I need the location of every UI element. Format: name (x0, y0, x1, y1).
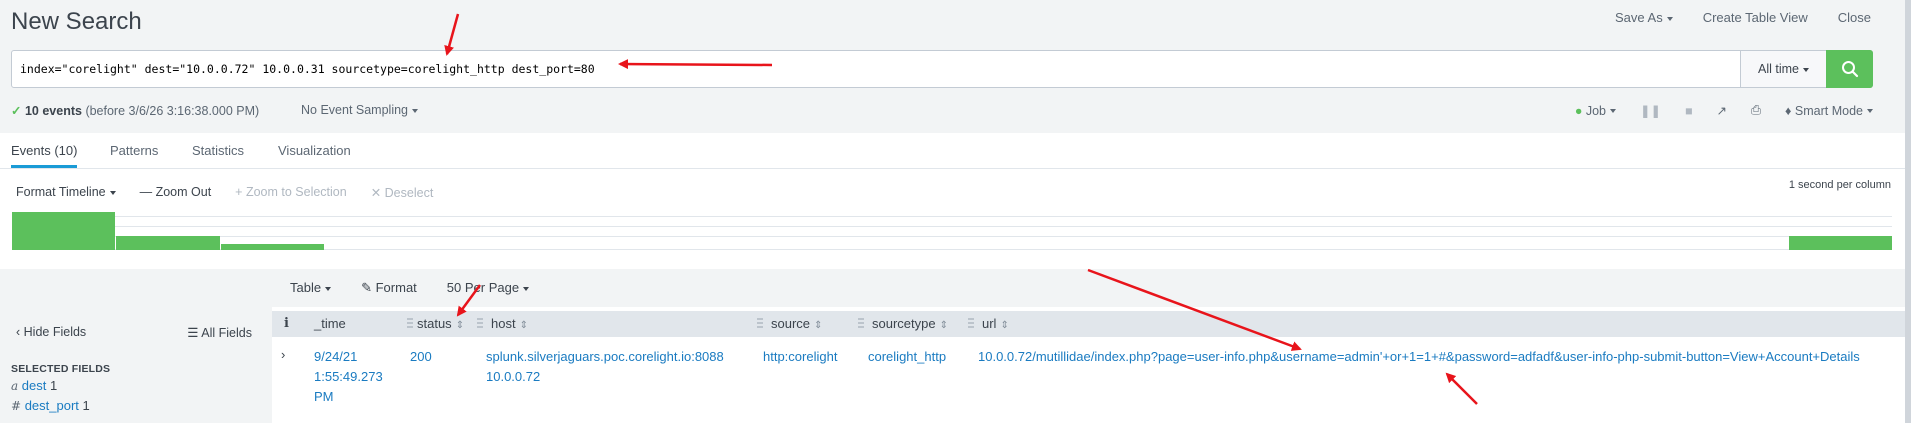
cell-sourcetype[interactable]: corelight_http (868, 347, 946, 367)
field-type-icon: a (11, 379, 19, 393)
event-count-status: ✓ 10 events (before 3/6/26 3:16:38.000 P… (11, 104, 260, 118)
caret-down-icon (325, 286, 332, 291)
caret-down-icon (1802, 67, 1809, 72)
table-header: i _time status ⇕ host ⇕ source ⇕ sourcetype… (272, 311, 1911, 337)
column-header-time[interactable]: _time (314, 311, 346, 337)
job-controls: ● Job ❚❚ ■ ↗ ⎙ ♦ Smart Mode (1575, 103, 1873, 118)
results-toolbar: Table ✎ Format 50 Per Page (290, 280, 530, 296)
sort-icon: ⇕ (814, 320, 823, 331)
column-resize-handle[interactable] (407, 318, 413, 330)
timeline-bar[interactable] (221, 244, 324, 250)
column-header-url[interactable]: url ⇕ (982, 311, 1009, 337)
format-button[interactable]: ✎ Format (361, 280, 417, 296)
page-scrollbar[interactable] (1905, 0, 1911, 423)
chevron-left-icon: ‹ (16, 325, 21, 339)
search-mode-menu[interactable]: ♦ Smart Mode (1785, 104, 1873, 118)
caret-down-icon (109, 190, 116, 195)
search-bar: index="corelight" dest="10.0.0.72" 10.0.… (11, 50, 1873, 88)
timeline-bar[interactable] (1789, 236, 1892, 250)
cell-host[interactable]: splunk.silverjaguars.poc.corelight.io:80… (486, 347, 724, 387)
status-row: ✓ 10 events (before 3/6/26 3:16:38.000 P… (11, 103, 1911, 123)
list-icon: ☰ (187, 326, 199, 340)
check-icon: ✓ (11, 104, 22, 118)
save-as-menu[interactable]: Save As (1615, 10, 1673, 25)
timeline-scale-label: 1 second per column (1788, 179, 1891, 191)
stop-icon[interactable]: ■ (1685, 104, 1693, 118)
column-resize-handle[interactable] (757, 318, 763, 330)
job-status-icon: ● (1574, 103, 1583, 118)
results-tabs: Events (10) Patterns Statistics Visualiz… (0, 133, 1911, 169)
top-actions: Save As Create Table View Close (1615, 10, 1871, 25)
timeline-chart[interactable] (12, 212, 1892, 250)
tab-visualization[interactable]: Visualization (278, 143, 351, 158)
per-page-menu[interactable]: 50 Per Page (447, 280, 530, 296)
column-header-source[interactable]: source ⇕ (771, 311, 822, 337)
cell-status[interactable]: 200 (410, 347, 432, 367)
search-query-input[interactable]: index="corelight" dest="10.0.0.72" 10.0.… (12, 51, 1740, 87)
timeline-bar[interactable] (116, 236, 220, 250)
caret-down-icon (1867, 109, 1873, 114)
cell-url[interactable]: 10.0.0.72/mutillidae/index.php?page=user… (978, 347, 1860, 367)
column-header-sourcetype[interactable]: sourcetype ⇕ (872, 311, 948, 337)
annotation-arrow (444, 13, 460, 56)
create-table-view-button[interactable]: Create Table View (1703, 10, 1808, 25)
timeline-gridline (12, 216, 1892, 217)
job-menu[interactable]: ● Job (1574, 103, 1617, 118)
sort-icon: ⇕ (519, 320, 528, 331)
column-header-status[interactable]: status ⇕ (417, 311, 464, 337)
selected-fields-heading: SELECTED FIELDS (11, 363, 111, 375)
field-item-dest[interactable]: a dest 1 (11, 378, 57, 393)
cell-time[interactable]: 9/24/21 1:55:49.273 PM (314, 347, 394, 407)
caret-down-icon (1610, 109, 1617, 114)
pause-icon[interactable]: ❚❚ (1640, 103, 1661, 118)
event-sampling-menu[interactable]: No Event Sampling (301, 103, 419, 117)
time-range-picker[interactable]: All time (1740, 51, 1826, 87)
column-resize-handle[interactable] (858, 318, 864, 330)
cell-source[interactable]: http:corelight (763, 347, 837, 367)
field-type-icon: # (11, 399, 22, 413)
timeline-gridline (12, 236, 1892, 237)
timeline-panel: Format Timeline — Zoom Out + Zoom to Sel… (0, 169, 1911, 269)
sort-icon: ⇕ (1000, 320, 1009, 331)
caret-down-icon (523, 286, 530, 291)
timeline-controls: Format Timeline — Zoom Out + Zoom to Sel… (16, 185, 433, 200)
search-icon (1841, 61, 1858, 78)
tab-statistics[interactable]: Statistics (192, 143, 244, 158)
all-fields-button[interactable]: ☰ All Fields (187, 325, 252, 340)
share-icon[interactable]: ↗ (1717, 103, 1727, 118)
pencil-icon: ✎ (361, 280, 372, 295)
column-resize-handle[interactable] (477, 318, 483, 330)
zoom-to-selection-button[interactable]: + Zoom to Selection (235, 185, 347, 200)
close-button[interactable]: Close (1838, 10, 1871, 25)
deselect-button[interactable]: ✕ Deselect (371, 185, 434, 200)
search-button[interactable] (1826, 50, 1873, 88)
sort-icon: ⇕ (455, 320, 465, 331)
format-timeline-menu[interactable]: Format Timeline (16, 185, 116, 200)
timeline-bar[interactable] (12, 212, 115, 250)
caret-down-icon (1666, 16, 1673, 21)
print-icon[interactable]: ⎙ (1751, 103, 1761, 118)
hide-fields-button[interactable]: ‹ Hide Fields (16, 325, 86, 340)
chevron-right-icon[interactable]: › (281, 345, 285, 365)
column-resize-handle[interactable] (968, 318, 974, 330)
zoom-out-button[interactable]: — Zoom Out (140, 185, 212, 200)
tab-events[interactable]: Events (10) (11, 143, 78, 168)
lightbulb-icon: ♦ (1785, 103, 1792, 118)
tab-patterns[interactable]: Patterns (110, 143, 158, 158)
table-view-menu[interactable]: Table (290, 280, 332, 296)
sort-icon: ⇕ (939, 320, 948, 331)
page-title: New Search (11, 8, 142, 35)
timeline-gridline (12, 226, 1892, 227)
events-table: i _time status ⇕ host ⇕ source ⇕ sourcetype… (272, 307, 1911, 423)
field-item-dest-port[interactable]: # dest_port 1 (11, 398, 90, 413)
column-header-host[interactable]: host ⇕ (491, 311, 528, 337)
caret-down-icon (412, 108, 419, 113)
fields-sidebar: ‹ Hide Fields ☰ All Fields SELECTED FIEL… (0, 307, 272, 423)
info-column-header: i (284, 316, 289, 331)
fields-sidebar-header: ‹ Hide Fields ☰ All Fields (16, 325, 252, 340)
table-row: › 9/24/21 1:55:49.273 PM 200 splunk.silv… (272, 337, 1911, 423)
